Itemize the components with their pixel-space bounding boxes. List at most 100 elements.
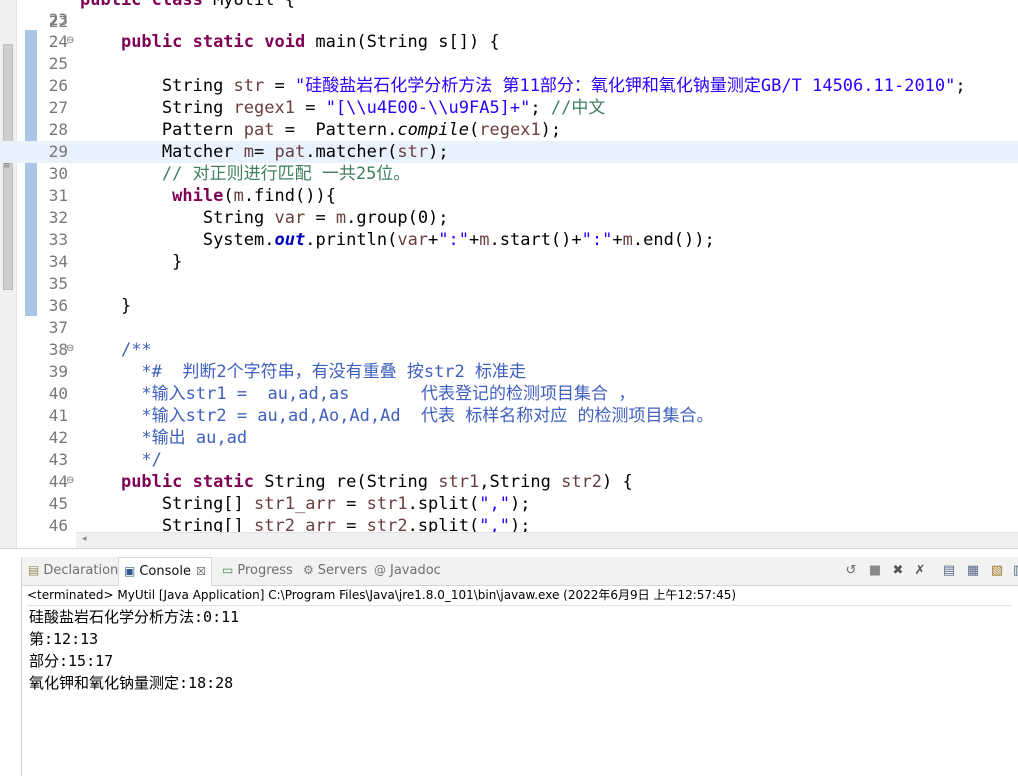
line-number: 38	[48, 340, 68, 359]
console-output[interactable]: 硅酸盐岩石化学分析方法:0:11 第:12:13 部分:15:17 氧化钾和氧化钠量测…	[29, 606, 239, 694]
code-token: // 对正则进行匹配 一共25位。	[161, 164, 411, 184]
code-token: .println(	[305, 230, 398, 250]
code-token: *输出 au,ad	[131, 428, 248, 448]
remove-launch-icon[interactable]: ✖	[889, 562, 907, 580]
servers-icon: ⚙	[303, 563, 314, 577]
code-token: .group(0);	[346, 208, 449, 228]
code-token: Matcher	[161, 142, 244, 162]
remove-all-icon[interactable]: ✗	[911, 562, 929, 580]
code-text: }	[80, 251, 182, 273]
line-number: 44	[48, 472, 68, 491]
code-line: 25	[0, 53, 1018, 75]
code-token: );	[540, 120, 562, 140]
console-output-line: 第:12:13	[29, 630, 99, 648]
disconnect-icon[interactable]: ↺	[842, 562, 860, 580]
code-token: ;	[530, 98, 551, 118]
code-token: ;	[955, 76, 966, 96]
tab-console[interactable]: ▣ Console ☒	[118, 557, 212, 586]
code-token: Pattern	[161, 120, 244, 140]
code-line: 27 String regex1 = "[\\u4E00-\\u9FA5]+";…	[0, 97, 1018, 119]
close-icon[interactable]: ☒	[196, 565, 206, 578]
code-line: 38 ⊖ /**	[0, 339, 1018, 361]
code-text: // 对正则进行匹配 一共25位。	[80, 163, 410, 185]
code-text: }	[80, 295, 131, 317]
line-number: 32	[48, 208, 68, 227]
code-token: }	[172, 252, 183, 272]
fold-toggle-icon[interactable]: ⊖	[66, 471, 76, 493]
progress-icon: ▭	[222, 563, 234, 577]
code-token: ","	[479, 494, 510, 514]
code-line: 26 String str = "硅酸盐岩石化学分析方法 第11部分：氧化钾和氧…	[0, 75, 1018, 97]
code-token: m	[233, 186, 244, 206]
code-line: 35	[0, 273, 1018, 295]
line-number: 29	[48, 142, 68, 161]
code-token: String	[202, 208, 275, 228]
code-token: ) {	[602, 472, 633, 492]
code-line: 28 Pattern pat = Pattern.compile(regex1)…	[0, 119, 1018, 141]
code-token: .start()+	[489, 230, 582, 250]
tab-progress[interactable]: ▭ Progress	[222, 557, 293, 584]
line-number: 23	[48, 10, 68, 29]
javadoc-icon: @	[374, 563, 386, 577]
tab-javadoc[interactable]: @ Javadoc	[374, 557, 441, 584]
pin-console-icon[interactable]: ▥	[1010, 562, 1018, 580]
line-number: 24	[48, 32, 68, 51]
code-text: Matcher m= pat.matcher(str);	[80, 141, 449, 163]
horizontal-scrollbar[interactable]: ◂	[76, 532, 1018, 548]
code-text: while(m.find()){	[80, 185, 336, 207]
scroll-left-icon[interactable]: ◂	[82, 534, 87, 544]
launch-status: <terminated> MyUtil [Java Application] C…	[27, 585, 1012, 606]
code-token: str1	[366, 494, 408, 514]
code-text: /**	[80, 339, 152, 361]
code-token: (	[468, 120, 480, 140]
fold-toggle-icon[interactable]: ⊖	[66, 31, 76, 53]
code-token: *输入str2 = au,ad,Ao,Ad,Ad 代表 标样名称对应 的检测项目…	[131, 406, 714, 426]
code-token: =	[264, 76, 295, 96]
line-number: 30	[48, 164, 68, 183]
code-token: String[]	[161, 494, 255, 514]
code-token: System.	[202, 230, 275, 250]
code-token: m	[622, 230, 633, 250]
scroll-lock-icon[interactable]: ▦	[964, 562, 982, 580]
code-token: =	[254, 142, 275, 162]
declaration-icon: ▤	[28, 563, 40, 577]
tab-label: Javadoc	[390, 563, 441, 578]
code-token: public static void	[120, 32, 306, 52]
word-wrap-icon[interactable]: ▧	[988, 562, 1006, 580]
code-token: m	[335, 208, 347, 228]
line-number: 25	[48, 54, 68, 73]
code-token: String	[161, 76, 234, 96]
code-line: 41 *输入str2 = au,ad,Ao,Ad,Ad 代表 标样名称对应 的检…	[0, 405, 1018, 427]
code-line: 44 ⊖ public static String re(String str1,…	[0, 471, 1018, 493]
code-token: "硅酸盐岩石化学分析方法 第11部分：氧化钾和氧化钠量测定GB/T 14506.…	[294, 76, 956, 96]
line-number: 35	[48, 274, 68, 293]
tab-label: Console	[139, 564, 191, 579]
code-text: String regex1 = "[\\u4E00-\\u9FA5]+"; //…	[80, 97, 605, 119]
code-token: /**	[120, 340, 152, 360]
code-line: 32 String var = m.group(0);	[0, 207, 1018, 229]
code-token: .find()){	[243, 186, 336, 206]
code-token: str	[233, 76, 265, 96]
line-number: 40	[48, 384, 68, 403]
line-number: 43	[48, 450, 68, 469]
code-text: String var = m.group(0);	[80, 207, 449, 229]
line-number: 26	[48, 76, 68, 95]
code-editor[interactable]: ≡ 22 public class MyUtil { 23 24 ⊖ public …	[0, 0, 1018, 548]
code-token: );	[428, 142, 449, 162]
terminate-icon[interactable]: ■	[866, 562, 884, 580]
code-token: */	[131, 450, 162, 470]
code-token: ,String	[479, 472, 562, 492]
fold-toggle-icon[interactable]: ⊖	[66, 339, 76, 361]
line-number: 34	[48, 252, 68, 271]
clear-console-icon[interactable]: ▤	[940, 562, 958, 580]
tab-declaration[interactable]: ▤ Declaration	[28, 557, 118, 584]
line-number: 36	[48, 296, 68, 315]
line-number: 39	[48, 362, 68, 381]
code-token: m	[479, 230, 490, 250]
tab-servers[interactable]: ⚙ Servers	[303, 557, 367, 584]
console-output-line: 氧化钾和氧化钠量测定:18:28	[29, 674, 234, 692]
line-number: 42	[48, 428, 68, 447]
code-line: 33 System.out.println(var+":"+m.start()+…	[0, 229, 1018, 251]
code-token: ":"	[581, 230, 613, 250]
code-line: 43 */	[0, 449, 1018, 471]
